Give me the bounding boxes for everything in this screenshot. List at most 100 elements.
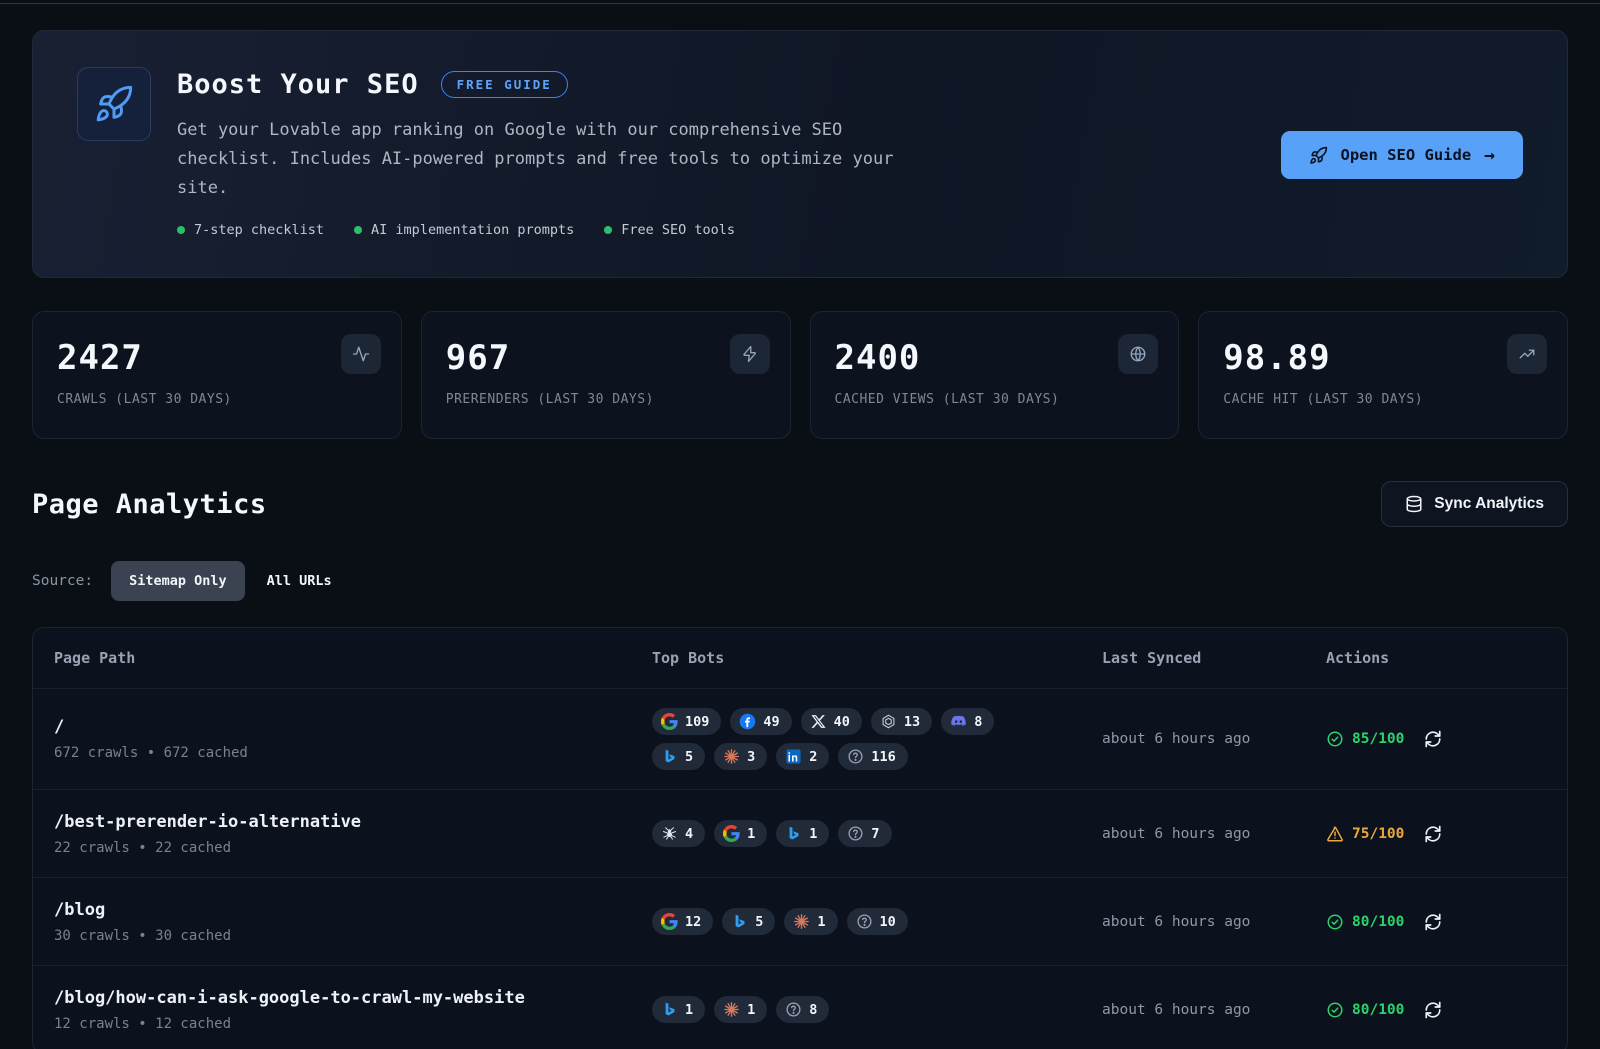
feature-item: Free SEO tools bbox=[604, 222, 735, 238]
table-row[interactable]: /blog/how-can-i-ask-google-to-crawl-my-w… bbox=[33, 965, 1567, 1049]
stat-value: 2427 bbox=[57, 338, 377, 378]
seo-score: 85/100 bbox=[1326, 730, 1404, 748]
stat-label: CACHED VIEWS (LAST 30 DAYS) bbox=[835, 392, 1155, 407]
page-path: / bbox=[54, 717, 652, 737]
source-label: Source: bbox=[32, 573, 93, 589]
x-icon bbox=[810, 713, 827, 730]
actions-cell: 80/100 bbox=[1326, 913, 1546, 931]
page-path: /blog/how-can-i-ask-google-to-crawl-my-w… bbox=[54, 988, 652, 1008]
banner-content: Boost Your SEO FREE GUIDE Get your Lovab… bbox=[177, 67, 1245, 238]
free-guide-badge: FREE GUIDE bbox=[441, 71, 568, 98]
bot-badge: 13 bbox=[871, 708, 932, 735]
bing-icon bbox=[661, 1001, 678, 1018]
bot-badge: 116 bbox=[838, 743, 907, 770]
top-divider bbox=[0, 3, 1600, 4]
google-icon bbox=[723, 825, 740, 842]
bot-badge: 8 bbox=[941, 708, 994, 735]
facebook-icon bbox=[739, 713, 756, 730]
stat-label: CACHE HIT (LAST 30 DAYS) bbox=[1223, 392, 1543, 407]
table-row[interactable]: / 672 crawls • 672 cached 10949401385321… bbox=[33, 688, 1567, 789]
stat-card: 2400 CACHED VIEWS (LAST 30 DAYS) bbox=[810, 311, 1180, 439]
column-header-last-synced: Last Synced bbox=[1102, 649, 1326, 667]
bot-count: 1 bbox=[747, 826, 755, 842]
last-synced: about 6 hours ago bbox=[1102, 914, 1326, 930]
banner-title: Boost Your SEO bbox=[177, 69, 419, 100]
last-synced: about 6 hours ago bbox=[1102, 731, 1326, 747]
stat-label: PRERENDERS (LAST 30 DAYS) bbox=[446, 392, 766, 407]
table-row[interactable]: /blog 30 crawls • 30 cached 125110 about… bbox=[33, 877, 1567, 965]
source-option-all-urls[interactable]: All URLs bbox=[249, 561, 350, 601]
bot-count: 8 bbox=[809, 1002, 817, 1018]
recache-button[interactable] bbox=[1424, 913, 1442, 931]
sync-analytics-label: Sync Analytics bbox=[1434, 495, 1544, 513]
bot-count: 13 bbox=[904, 714, 920, 730]
bing-icon bbox=[785, 825, 802, 842]
crawl-meta: 12 crawls • 12 cached bbox=[54, 1016, 652, 1032]
column-header-page-path: Page Path bbox=[54, 649, 652, 667]
bot-count: 2 bbox=[809, 749, 817, 765]
warning-triangle-icon bbox=[1326, 825, 1344, 843]
bot-count: 116 bbox=[871, 749, 895, 765]
globe-icon bbox=[1118, 334, 1158, 374]
bot-count: 1 bbox=[817, 914, 825, 930]
source-option-sitemap-only[interactable]: Sitemap Only bbox=[111, 561, 245, 601]
stat-value: 2400 bbox=[835, 338, 1155, 378]
bot-badge: 109 bbox=[652, 708, 721, 735]
bot-count: 1 bbox=[747, 1002, 755, 1018]
linkedin-icon bbox=[785, 748, 802, 765]
bot-badge: 1 bbox=[714, 820, 767, 847]
seo-score-value: 85/100 bbox=[1352, 731, 1404, 747]
table-row[interactable]: /best-prerender-io-alternative 22 crawls… bbox=[33, 789, 1567, 877]
seo-dashboard: Boost Your SEO FREE GUIDE Get your Lovab… bbox=[0, 0, 1600, 1049]
stat-card: 967 PRERENDERS (LAST 30 DAYS) bbox=[421, 311, 791, 439]
green-dot-icon bbox=[177, 226, 185, 234]
bot-badge: 7 bbox=[838, 820, 891, 847]
sync-analytics-button[interactable]: Sync Analytics bbox=[1381, 481, 1568, 527]
open-seo-guide-button[interactable]: Open SEO Guide → bbox=[1281, 131, 1524, 179]
bot-count: 12 bbox=[685, 914, 701, 930]
actions-cell: 80/100 bbox=[1326, 1001, 1546, 1019]
bot-badge: 5 bbox=[652, 743, 705, 770]
recache-button[interactable] bbox=[1424, 825, 1442, 843]
bot-count: 10 bbox=[880, 914, 896, 930]
database-icon bbox=[1405, 495, 1423, 513]
spider-icon bbox=[661, 825, 678, 842]
discord-icon bbox=[950, 713, 967, 730]
column-header-actions: Actions bbox=[1326, 649, 1546, 667]
crawl-meta: 672 crawls • 672 cached bbox=[54, 745, 652, 761]
zap-icon bbox=[730, 334, 770, 374]
bot-count: 7 bbox=[871, 826, 879, 842]
stat-label: CRAWLS (LAST 30 DAYS) bbox=[57, 392, 377, 407]
recache-button[interactable] bbox=[1424, 1001, 1442, 1019]
check-circle-icon bbox=[1326, 730, 1344, 748]
google-icon bbox=[661, 713, 678, 730]
seo-score-value: 75/100 bbox=[1352, 826, 1404, 842]
stat-value: 98.89 bbox=[1223, 338, 1543, 378]
table-header-row: Page Path Top Bots Last Synced Actions bbox=[33, 628, 1567, 688]
unknown-bot-icon bbox=[785, 1001, 802, 1018]
bot-badge: 49 bbox=[730, 708, 791, 735]
bot-count: 1 bbox=[809, 826, 817, 842]
recache-button[interactable] bbox=[1424, 730, 1442, 748]
bot-badge: 5 bbox=[722, 908, 775, 935]
feature-item: 7-step checklist bbox=[177, 222, 324, 238]
claude-icon bbox=[793, 913, 810, 930]
bing-icon bbox=[661, 748, 678, 765]
check-circle-icon bbox=[1326, 913, 1344, 931]
bot-badge: 3 bbox=[714, 743, 767, 770]
bot-count: 5 bbox=[755, 914, 763, 930]
seo-score: 75/100 bbox=[1326, 825, 1404, 843]
last-synced: about 6 hours ago bbox=[1102, 826, 1326, 842]
column-header-top-bots: Top Bots bbox=[652, 649, 1102, 667]
crawl-meta: 22 crawls • 22 cached bbox=[54, 840, 652, 856]
stat-card: 2427 CRAWLS (LAST 30 DAYS) bbox=[32, 311, 402, 439]
openai-icon bbox=[880, 713, 897, 730]
refresh-icon bbox=[1424, 1001, 1442, 1019]
bot-count: 109 bbox=[685, 714, 709, 730]
rocket-icon bbox=[1309, 146, 1328, 165]
actions-cell: 75/100 bbox=[1326, 825, 1546, 843]
page-analytics-table: Page Path Top Bots Last Synced Actions /… bbox=[32, 627, 1568, 1049]
stat-value: 967 bbox=[446, 338, 766, 378]
feature-label: 7-step checklist bbox=[194, 222, 324, 238]
bot-badge: 4 bbox=[652, 820, 705, 847]
